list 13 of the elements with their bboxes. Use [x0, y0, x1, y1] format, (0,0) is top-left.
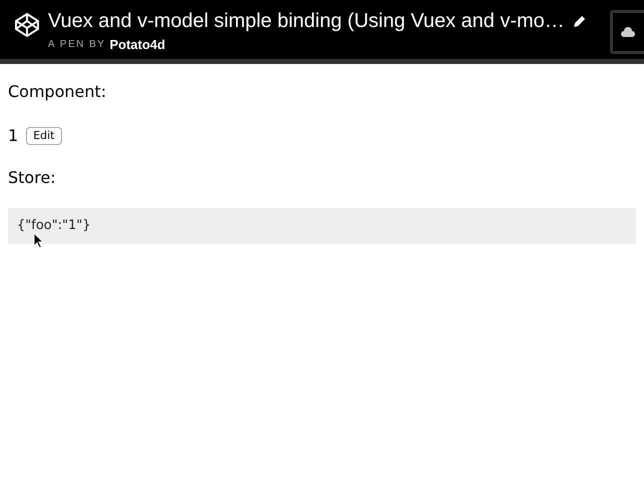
- component-label: Component:: [7, 81, 108, 103]
- cloud-icon: [621, 27, 635, 37]
- cube-logo-icon[interactable]: [14, 12, 40, 38]
- pen-title: Vuex and v-model simple binding (Using Vuex and v-mo…: [48, 9, 565, 33]
- store-json-block: {"foo":"1"}: [8, 208, 636, 244]
- pencil-icon[interactable]: [572, 14, 586, 28]
- edit-button[interactable]: Edit: [26, 127, 62, 145]
- store-label: Store:: [7, 167, 57, 189]
- value-text: 1: [8, 125, 18, 147]
- mouse-cursor-icon: [33, 232, 44, 249]
- save-button[interactable]: [610, 10, 644, 54]
- author-link[interactable]: Potato4d: [110, 35, 166, 54]
- byline-label: A PEN BY: [48, 38, 106, 52]
